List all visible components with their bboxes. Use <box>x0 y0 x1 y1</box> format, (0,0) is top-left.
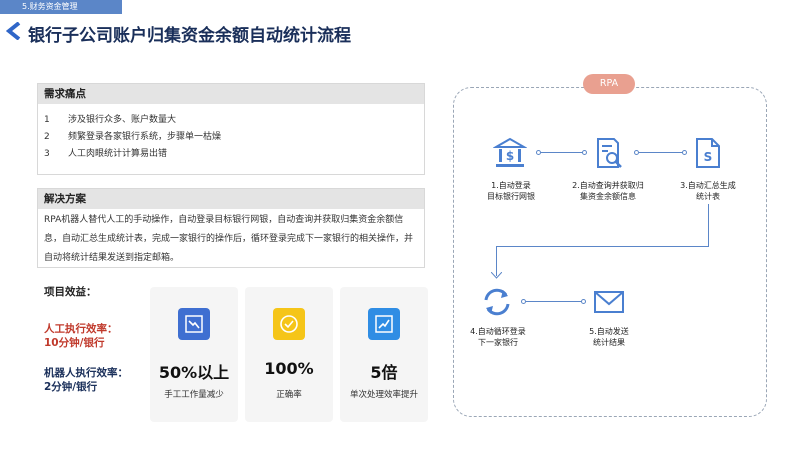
title-chevron-icon <box>6 22 21 40</box>
benefits-heading: 项目效益： <box>44 286 97 298</box>
rpa-badge: RPA <box>583 74 635 94</box>
solution-text: RPA机器人替代人工的手动操作，自动登录目标银行网银，自动查询并获取归集资金余额… <box>44 215 414 263</box>
benefit-caption: 正确率 <box>276 390 302 400</box>
solution-heading: 解决方案 <box>38 189 424 209</box>
connector-line <box>639 152 683 153</box>
benefit-value: 100% <box>264 359 314 378</box>
benefit-caption: 手工工作量减少 <box>164 390 224 400</box>
pain-points-panel: 需求痛点 1 涉及银行众多、账户数量大 2 频繁登录各家银行系统，步骤单一枯燥 3人… <box>37 83 425 175</box>
pain-points-heading: 需求痛点 <box>38 84 424 104</box>
document-search-icon <box>597 138 622 168</box>
manual-efficiency: 人工执行效率： 10分钟/银行 <box>44 323 118 349</box>
bank-icon: $ <box>493 137 527 167</box>
pain-points-list: 1 涉及银行众多、账户数量大 2 频繁登录各家银行系统，步骤单一枯燥 3 人工肉眼统计… <box>38 104 424 163</box>
benefit-card-speed: 5倍 单次处理效率提升 <box>340 287 428 422</box>
connector-line <box>708 204 709 246</box>
check-circle-icon <box>273 308 305 340</box>
benefit-value: 50%以上 <box>158 363 230 382</box>
svg-text:S: S <box>704 150 713 164</box>
list-item: 1 涉及银行众多、账户数量大 <box>44 115 177 125</box>
connector-line <box>496 246 709 247</box>
refresh-icon <box>484 288 510 316</box>
flow-step-3: 3.自动汇总生成 统计表 <box>680 181 736 201</box>
flow-step-4: 4.自动循环登录 下一家银行 <box>470 327 526 347</box>
svg-text:$: $ <box>506 149 514 163</box>
solution-panel: 解决方案 RPA机器人替代人工的手动操作，自动登录目标银行网银，自动查询并获取归… <box>37 188 425 268</box>
connector-dot <box>582 150 587 155</box>
benefit-value: 5倍 <box>370 363 398 382</box>
flow-step-5: 5.自动发送 统计结果 <box>589 327 629 347</box>
flow-step-2: 2.自动查询并获取归 集资金余额信息 <box>572 181 644 201</box>
connector-line <box>541 152 583 153</box>
section-tag: 5.财务资金管理 <box>0 0 122 14</box>
chart-down-icon <box>178 308 210 340</box>
arrow-down-icon <box>491 272 502 279</box>
robot-efficiency: 机器人执行效率： 2分钟/银行 <box>44 367 128 393</box>
connector-line <box>526 301 582 302</box>
list-item: 3 人工肉眼统计计算易出错 <box>44 149 168 159</box>
connector-dot <box>581 299 586 304</box>
benefit-caption: 单次处理效率提升 <box>349 390 418 400</box>
page-title: 银行子公司账户归集资金余额自动统计流程 <box>28 26 351 46</box>
flow-step-1: 1.自动登录 目标银行网银 <box>487 181 535 201</box>
dollar-file-icon: S <box>696 138 720 168</box>
chart-up-icon <box>368 308 400 340</box>
benefit-card-accuracy: 100% 正确率 <box>245 287 333 422</box>
connector-dot <box>682 150 687 155</box>
list-item: 2 频繁登录各家银行系统，步骤单一枯燥 <box>44 132 222 142</box>
mail-icon <box>594 291 624 313</box>
benefit-card-workload: 50%以上 手工工作量减少 <box>150 287 238 422</box>
